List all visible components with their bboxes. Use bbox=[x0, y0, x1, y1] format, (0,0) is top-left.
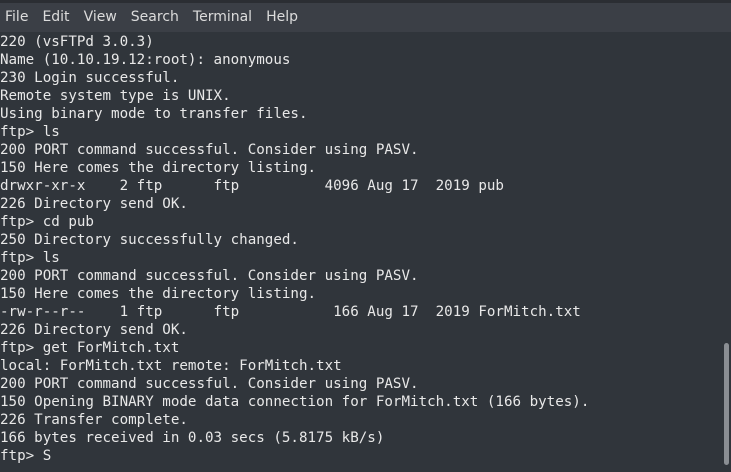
menu-file[interactable]: File bbox=[0, 3, 35, 32]
terminal-line: Remote system type is UNIX. bbox=[0, 88, 231, 104]
terminal-line: 226 Directory send OK. bbox=[0, 196, 188, 212]
terminal-line: 200 PORT command successful. Consider us… bbox=[0, 376, 419, 392]
terminal-line: drwxr-xr-x 2 ftp ftp 4096 Aug 17 2019 pu… bbox=[0, 178, 504, 194]
menu-edit[interactable]: Edit bbox=[35, 3, 76, 32]
terminal-line: ftp> cd pub bbox=[0, 214, 94, 230]
terminal-line: ftp> get ForMitch.txt bbox=[0, 340, 180, 356]
terminal-output[interactable]: 220 (vsFTPd 3.0.3) Name (10.10.19.12:roo… bbox=[0, 33, 722, 472]
menu-bar: File Edit View Search Terminal Help bbox=[0, 3, 731, 32]
terminal-line: 226 Transfer complete. bbox=[0, 412, 188, 428]
terminal-prompt-line[interactable]: ftp> S bbox=[0, 447, 722, 465]
terminal-line: 230 Login successful. bbox=[0, 70, 180, 86]
terminal-line: 200 PORT command successful. Consider us… bbox=[0, 142, 419, 158]
terminal-line: -rw-r--r-- 1 ftp ftp 166 Aug 17 2019 For… bbox=[0, 304, 581, 320]
terminal-line: 250 Directory successfully changed. bbox=[0, 232, 299, 248]
terminal-line: 150 Opening BINARY mode data connection … bbox=[0, 394, 590, 410]
scrollbar-thumb[interactable] bbox=[724, 343, 729, 465]
terminal-line: local: ForMitch.txt remote: ForMitch.txt bbox=[0, 358, 342, 374]
menu-view[interactable]: View bbox=[77, 3, 124, 32]
terminal-line: 150 Here comes the directory listing. bbox=[0, 286, 317, 302]
terminal-line: ftp> ls bbox=[0, 124, 60, 140]
terminal-line: 200 PORT command successful. Consider us… bbox=[0, 268, 419, 284]
terminal-line: 150 Here comes the directory listing. bbox=[0, 160, 317, 176]
terminal-line: Using binary mode to transfer files. bbox=[0, 106, 308, 122]
menu-terminal[interactable]: Terminal bbox=[186, 3, 259, 32]
terminal-line: 220 (vsFTPd 3.0.3) bbox=[0, 34, 154, 50]
terminal-line: 166 bytes received in 0.03 secs (5.8175 … bbox=[0, 430, 385, 446]
terminal-line: Name (10.10.19.12:root): anonymous bbox=[0, 52, 291, 68]
menu-search[interactable]: Search bbox=[124, 3, 186, 32]
terminal-line: 226 Directory send OK. bbox=[0, 322, 188, 338]
menu-help[interactable]: Help bbox=[259, 3, 305, 32]
terminal-line: ftp> ls bbox=[0, 250, 60, 266]
